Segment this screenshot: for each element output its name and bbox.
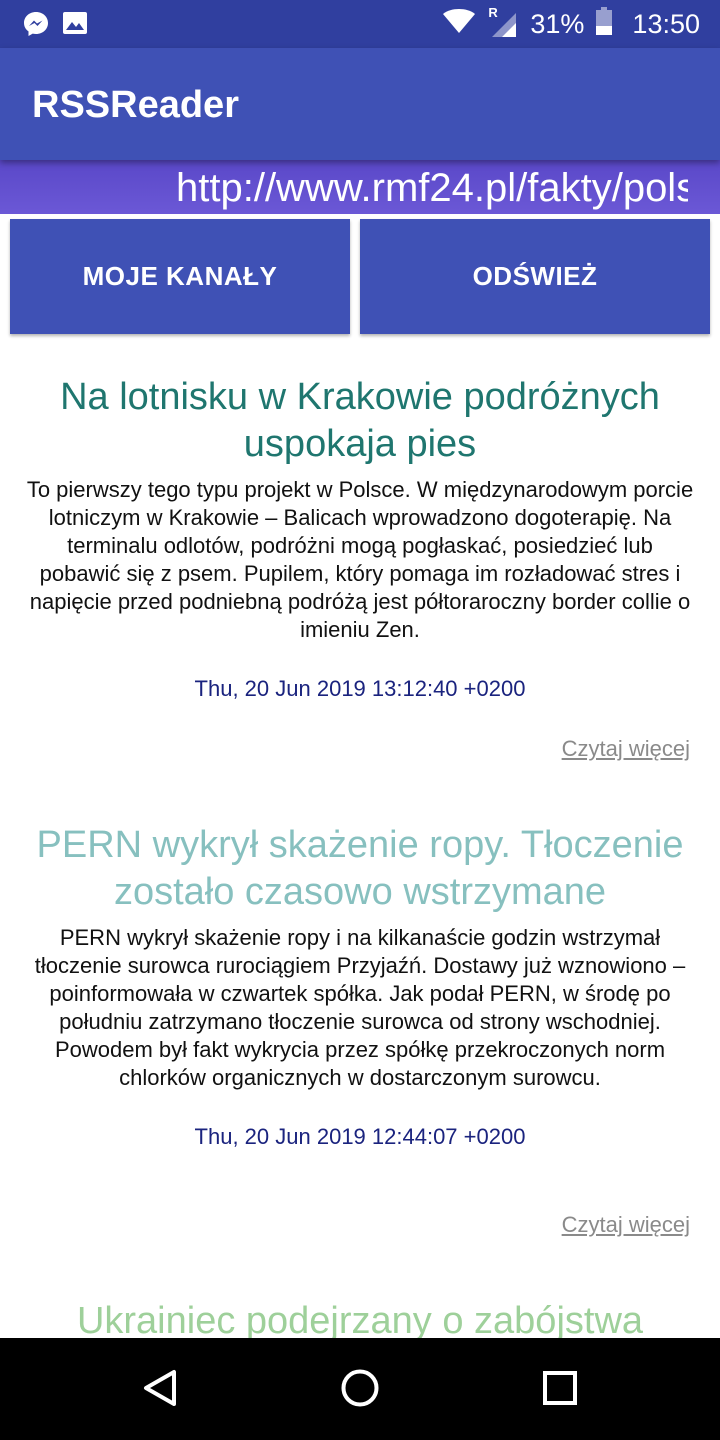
recents-icon[interactable]	[542, 1368, 578, 1413]
feed-item-description: PERN wykrył skażenie ropy i na kilkanaśc…	[34, 925, 686, 1090]
feed-url-text: http://www.rmf24.pl/fakty/polska/feed	[176, 166, 688, 210]
feed-item-title[interactable]: Na lotnisku w Krakowie podróżnych uspoka…	[0, 374, 720, 468]
feed-item-title[interactable]: Ukrainiec podejrzany o zabójstwa	[0, 1298, 720, 1338]
feed-url-bar: http://www.rmf24.pl/fakty/polska/feed	[0, 160, 720, 214]
home-icon[interactable]	[340, 1368, 380, 1413]
back-icon[interactable]	[140, 1368, 180, 1413]
feed-item-description: To pierwszy tego typu projekt w Polsce. …	[26, 477, 694, 642]
read-more-link[interactable]: Czytaj więcej	[562, 1212, 690, 1238]
feed-item[interactable]: PERN wykrył skażenie ropy. Tłoczenie zos…	[0, 822, 720, 1237]
signal-roaming-icon: R	[488, 5, 518, 39]
feed-item[interactable]: Na lotnisku w Krakowie podróżnych uspoka…	[0, 374, 720, 761]
refresh-button[interactable]: ODŚWIEŻ	[360, 219, 710, 334]
image-icon	[62, 10, 88, 41]
messenger-icon	[22, 10, 50, 43]
feed-item-date: Thu, 20 Jun 2019 13:12:40 +0200	[194, 676, 526, 701]
app-bar: RSSReader	[0, 48, 720, 160]
battery-icon	[596, 6, 613, 42]
status-bar: R 31% 13:50	[0, 0, 720, 48]
feed-item-title[interactable]: PERN wykrył skażenie ropy. Tłoczenie zos…	[0, 822, 720, 916]
feed-list[interactable]: Na lotnisku w Krakowie podróżnych uspoka…	[0, 334, 720, 1338]
my-channels-button[interactable]: MOJE KANAŁY	[10, 219, 350, 334]
app-title: RSSReader	[32, 84, 239, 126]
clock: 13:50	[632, 8, 700, 39]
navigation-bar	[0, 1338, 720, 1440]
feed-item[interactable]: Ukrainiec podejrzany o zabójstwa	[0, 1298, 720, 1338]
read-more-link[interactable]: Czytaj więcej	[562, 736, 690, 762]
feed-item-date: Thu, 20 Jun 2019 12:44:07 +0200	[194, 1124, 526, 1149]
roaming-label: R	[488, 5, 498, 20]
wifi-icon	[442, 8, 476, 41]
battery-percent: 31%	[530, 8, 585, 39]
